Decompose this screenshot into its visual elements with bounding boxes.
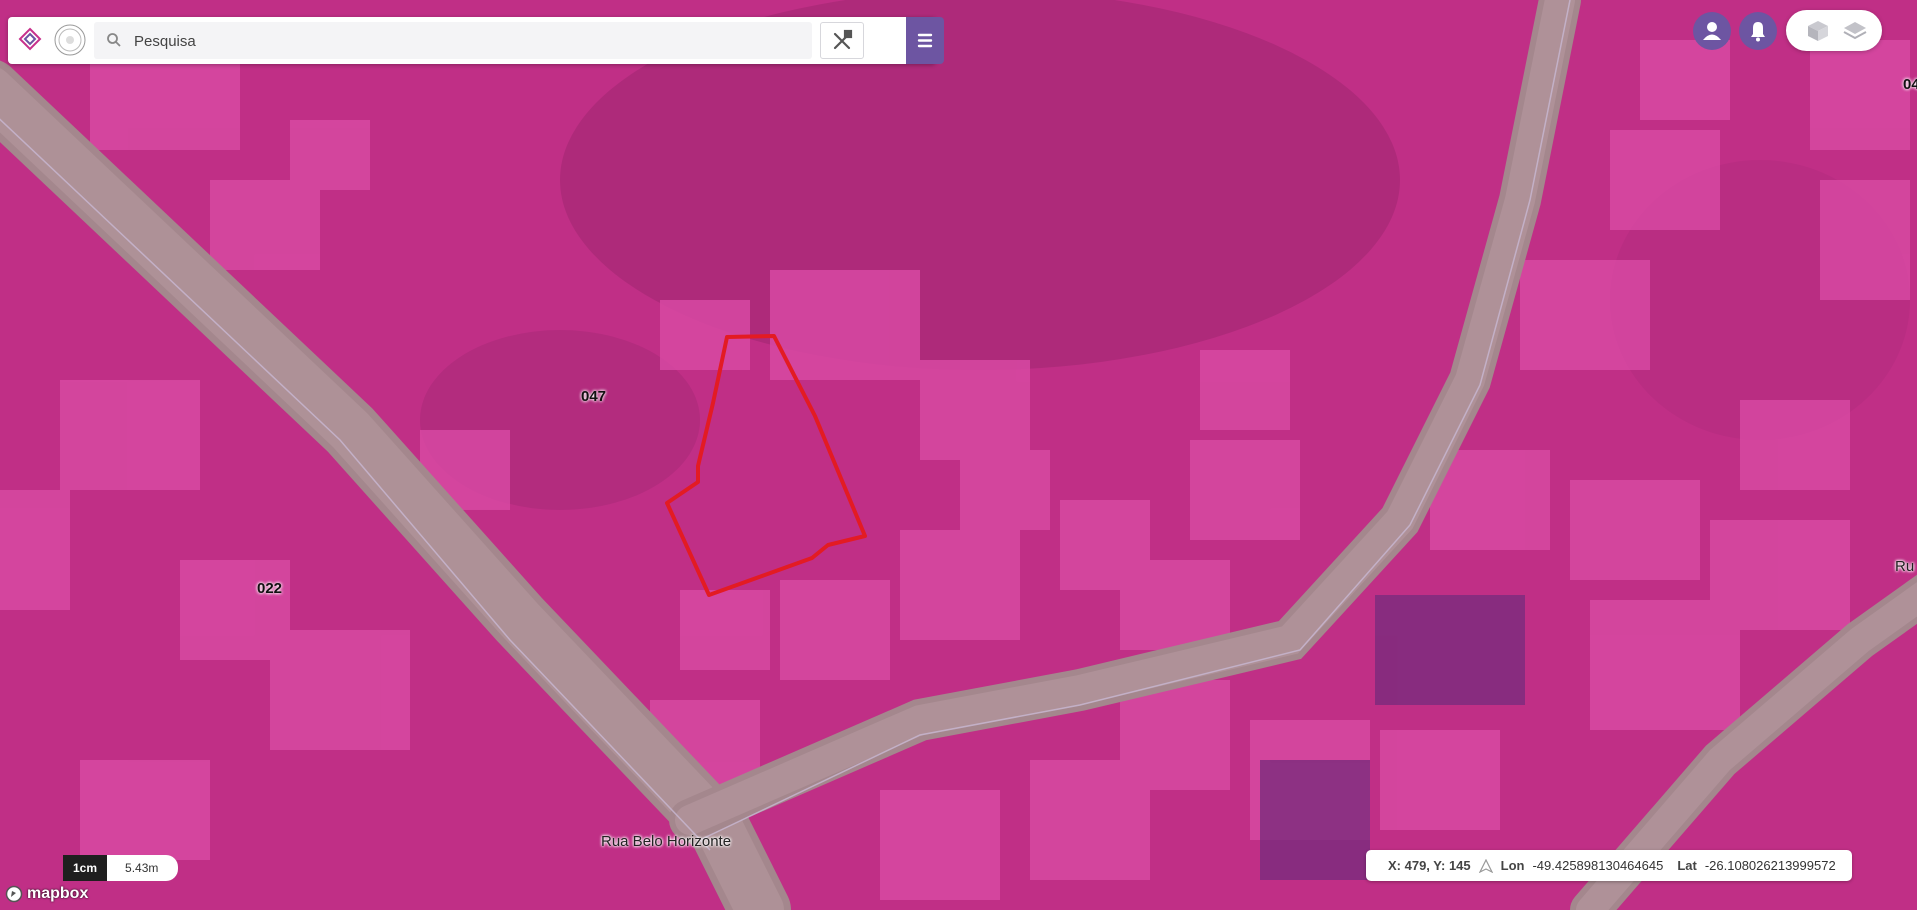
parcel-label: 022 [257,580,283,597]
coordinate-readout: X: 479, Y: 145 Lon -49.425898130464645 L… [1366,850,1852,881]
layers-icon[interactable] [1842,19,1868,43]
mapbox-attribution[interactable]: mapbox [5,884,88,904]
parcel-label: 047 [581,388,607,405]
lat-label: Lat [1677,858,1697,873]
user-button[interactable] [1693,12,1731,50]
mapbox-label: mapbox [27,885,89,902]
top-toolbar [8,17,944,64]
scale-unit: 1cm [63,855,108,881]
mapbox-logo-icon [5,885,23,903]
street-label: Rua Belo Horizonte [601,833,732,850]
notifications-button[interactable] [1739,12,1777,50]
north-arrow-icon [1478,858,1493,873]
logo-icon[interactable] [14,23,90,57]
layers-3d-icon[interactable] [1806,19,1830,43]
edge-label: 04 [1903,76,1917,93]
user-icon [1703,22,1721,40]
layers-control [1786,10,1882,51]
tools-button[interactable] [820,22,864,59]
menu-button[interactable] [906,17,944,64]
lon-value: -49.425898130464645 [1532,858,1664,873]
bell-icon [1751,22,1765,42]
menu-icon [917,33,933,48]
edge-street-label: Ru [1895,558,1915,575]
map-canvas[interactable] [0,0,1917,910]
tools-icon [833,29,853,50]
scale-bar: 1cm 5.43m [63,855,179,881]
lon-label: Lon [1500,858,1525,873]
search-icon [106,32,122,48]
scale-distance: 5.43m [107,855,179,881]
search-box [94,22,812,61]
lat-value: -26.108026213999572 [1704,858,1836,873]
search-input[interactable] [132,22,796,61]
xy-readout: X: 479, Y: 145 [1388,858,1471,873]
